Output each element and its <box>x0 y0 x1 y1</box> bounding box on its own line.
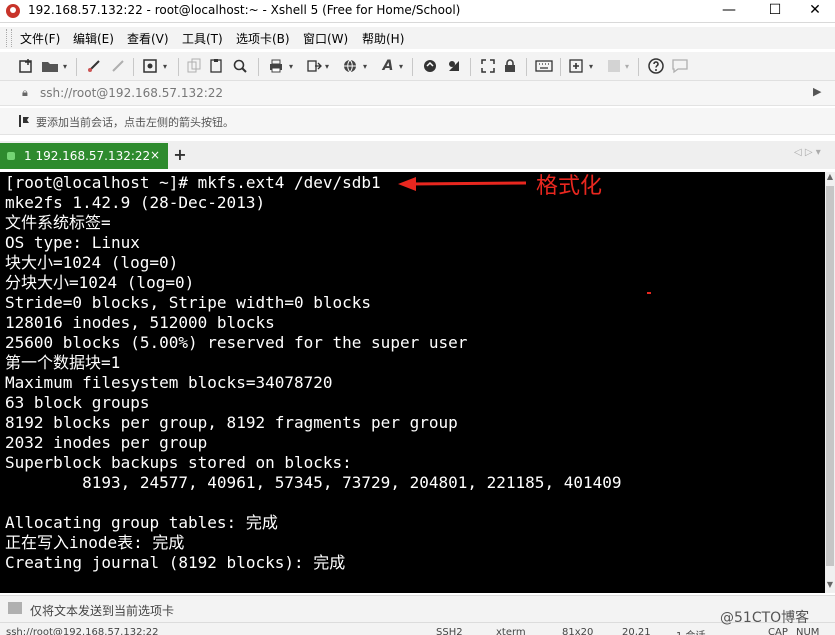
compose-bar[interactable]: 仅将文本发送到当前选项卡 <box>0 595 835 622</box>
minimize-button[interactable]: — <box>706 0 752 22</box>
tab-nav: ◁ ▷ ▾ <box>794 147 821 158</box>
xftp-icon[interactable] <box>420 56 440 76</box>
paste-icon[interactable] <box>206 56 226 76</box>
terminal-line: Allocating group tables: 完成 <box>5 513 278 532</box>
new-tab-button[interactable]: + <box>170 144 190 166</box>
add-dropdown-icon[interactable]: ▾ <box>586 56 596 76</box>
menu-window[interactable]: 窗口(W) <box>303 30 348 47</box>
chat-icon[interactable] <box>670 56 690 76</box>
properties-dropdown-icon[interactable]: ▾ <box>160 56 170 76</box>
terminal-line: 25600 blocks (5.00%) reserved for the su… <box>5 333 468 352</box>
add-icon[interactable] <box>566 56 586 76</box>
session-hint-bar: 要添加当前会话，点击左侧的箭头按钮。 <box>0 108 835 135</box>
tab-bar: 1 192.168.57.132:22 × + ◁ ▷ ▾ <box>0 141 835 169</box>
terminal-line: 8193, 24577, 40961, 57345, 73729, 204801… <box>5 473 622 492</box>
terminal-line: mke2fs 1.42.9 (28-Dec-2013) <box>5 193 266 212</box>
menu-tools[interactable]: 工具(T) <box>182 30 223 47</box>
fullscreen-icon[interactable] <box>478 56 498 76</box>
find-icon[interactable] <box>230 56 250 76</box>
scroll-down-icon[interactable]: ▼ <box>825 580 835 592</box>
keyboard-icon[interactable] <box>534 56 554 76</box>
print-icon[interactable] <box>266 56 286 76</box>
terminal-line: [root@localhost ~]# mkfs.ext4 /dev/sdb1 <box>5 173 381 192</box>
terminal-line: Superblock backups stored on blocks: <box>5 453 352 472</box>
window-title: 192.168.57.132:22 - root@localhost:~ - X… <box>28 3 461 17</box>
compose-text[interactable]: 仅将文本发送到当前选项卡 <box>30 602 174 619</box>
terminal-line: 正在写入inode表: 完成 <box>5 533 185 552</box>
menu-grip <box>6 29 12 47</box>
open-folder-icon[interactable] <box>40 56 60 76</box>
print-dropdown-icon[interactable]: ▾ <box>286 56 296 76</box>
connected-status-icon <box>7 152 15 160</box>
tab-session-1[interactable]: 1 192.168.57.132:22 × <box>0 143 168 169</box>
xmanager-icon[interactable] <box>444 56 464 76</box>
font-dropdown-icon[interactable]: ▾ <box>396 56 406 76</box>
properties-icon[interactable] <box>140 56 160 76</box>
menu-help[interactable]: 帮助(H) <box>362 30 404 47</box>
annotation-label: 格式化 <box>536 174 603 199</box>
lock-icon[interactable] <box>500 56 520 76</box>
connect-icon[interactable] <box>84 56 104 76</box>
tab-next-icon[interactable]: ▷ <box>805 147 813 158</box>
menu-tabs[interactable]: 选项卡(B) <box>236 30 290 47</box>
terminal-line: 8192 blocks per group, 8192 fragments pe… <box>5 413 458 432</box>
terminal-line: Stride=0 blocks, Stripe width=0 blocks <box>5 293 372 312</box>
xshell-app-icon[interactable] <box>6 4 20 18</box>
terminal-output[interactable]: [root@localhost ~]# mkfs.ext4 /dev/sdb1 … <box>0 172 825 593</box>
terminal-line: 分块大小=1024 (log=0) <box>5 273 195 292</box>
globe-icon[interactable] <box>340 56 360 76</box>
compose-icon[interactable] <box>8 602 22 614</box>
status-bar: ssh://root@192.168.57.132:22 SSH2 xterm … <box>0 622 835 635</box>
copy-icon[interactable] <box>184 56 204 76</box>
terminal-line: Maximum filesystem blocks=34078720 <box>5 373 333 392</box>
menu-view[interactable]: 查看(V) <box>127 30 169 47</box>
address-text[interactable]: ssh://root@192.168.57.132:22 <box>40 86 223 100</box>
terminal-line: 128016 inodes, 512000 blocks <box>5 313 275 332</box>
open-dropdown-icon[interactable]: ▾ <box>60 56 70 76</box>
disconnect-icon[interactable] <box>108 56 128 76</box>
menu-bar: 文件(F) 编辑(E) 查看(V) 工具(T) 选项卡(B) 窗口(W) 帮助(… <box>0 27 835 49</box>
new-session-icon[interactable] <box>16 56 36 76</box>
menu-file[interactable]: 文件(F) <box>20 30 60 47</box>
terminal-line: 第一个数据块=1 <box>5 353 121 372</box>
address-lock-icon: 🔒︎ <box>22 86 28 99</box>
terminal-line: 63 block groups <box>5 393 150 412</box>
title-bar: 192.168.57.132:22 - root@localhost:~ - X… <box>0 0 835 23</box>
add-session-arrow-icon[interactable] <box>18 113 32 132</box>
terminal-line: 文件系统标签= <box>5 213 111 232</box>
transfer-dropdown-icon[interactable]: ▾ <box>322 56 332 76</box>
session-hint-text: 要添加当前会话，点击左侧的箭头按钮。 <box>36 116 234 129</box>
tab-label: 1 192.168.57.132:22 <box>24 149 151 163</box>
transfer-icon[interactable] <box>304 56 324 76</box>
layout-icon[interactable] <box>604 56 624 76</box>
watermark: @51CTO博客 <box>720 610 810 626</box>
toolbar: ▾ ▾ ▾ ▾ ▾ A ▾ ▾ ▾ <box>0 52 835 81</box>
terminal-line: 2032 inodes per group <box>5 433 208 452</box>
menu-edit[interactable]: 编辑(E) <box>73 30 114 47</box>
terminal-line: Creating journal (8192 blocks): 完成 <box>5 553 346 572</box>
scroll-thumb[interactable] <box>826 186 834 566</box>
scroll-up-icon[interactable]: ▲ <box>825 172 835 184</box>
annotation-arrow <box>398 177 527 191</box>
tab-close-icon[interactable]: × <box>150 148 160 162</box>
tab-menu-icon[interactable]: ▾ <box>816 147 821 158</box>
globe-dropdown-icon[interactable]: ▾ <box>360 56 370 76</box>
address-expand-icon[interactable]: ▶ <box>813 85 821 98</box>
close-button[interactable]: ✕ <box>792 0 835 22</box>
terminal-line: OS type: Linux <box>5 233 140 252</box>
address-bar: 🔒︎ ssh://root@192.168.57.132:22 ▶ <box>0 81 835 106</box>
tab-prev-icon[interactable]: ◁ <box>794 147 802 158</box>
terminal-scrollbar[interactable]: ▲ ▼ <box>825 172 835 593</box>
layout-dropdown-icon[interactable]: ▾ <box>622 56 632 76</box>
font-icon[interactable]: A <box>378 56 398 76</box>
annotation-mark <box>647 292 651 294</box>
help-icon[interactable] <box>646 56 666 76</box>
terminal-line: 块大小=1024 (log=0) <box>5 253 179 272</box>
